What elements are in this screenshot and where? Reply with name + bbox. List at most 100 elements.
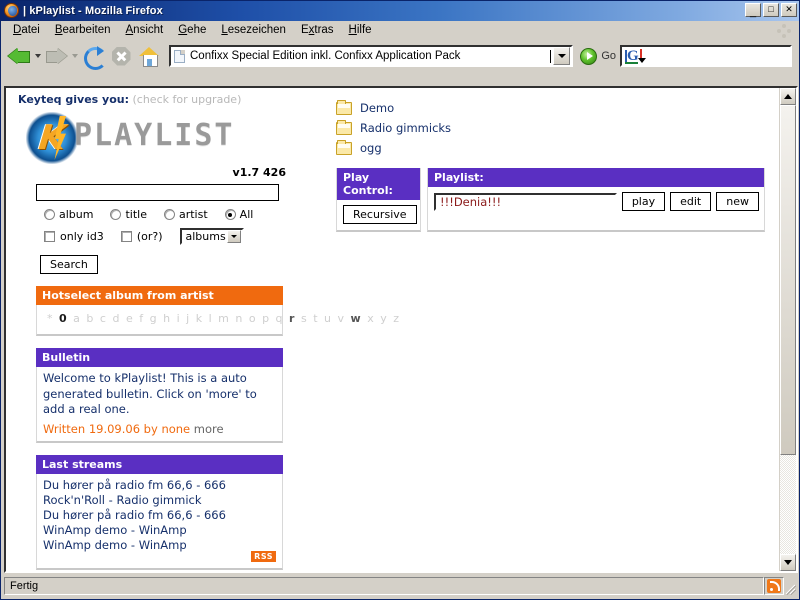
address-input[interactable]: Confixx Special Edition inkl. Confixx Ap… bbox=[190, 50, 550, 62]
scroll-up-button[interactable] bbox=[780, 88, 796, 105]
alpha-star[interactable]: * bbox=[47, 312, 54, 325]
web-search-bar[interactable]: G bbox=[620, 45, 792, 67]
alpha-g[interactable]: g bbox=[150, 312, 158, 325]
folder-label: ogg bbox=[360, 141, 382, 155]
go-button[interactable]: Go bbox=[576, 47, 620, 65]
close-icon: ✕ bbox=[785, 3, 793, 14]
search-button[interactable]: Search bbox=[40, 255, 98, 275]
close-button[interactable]: ✕ bbox=[781, 3, 797, 17]
back-history-dropdown[interactable] bbox=[33, 42, 42, 70]
alpha-q[interactable]: q bbox=[276, 312, 284, 325]
alpha-t[interactable]: t bbox=[313, 312, 319, 325]
checkbox-only-id3[interactable]: only id3 bbox=[44, 230, 104, 243]
home-button[interactable] bbox=[135, 42, 163, 70]
hotselect-title: Hotselect album from artist bbox=[36, 286, 283, 306]
back-button[interactable] bbox=[5, 42, 33, 70]
checkbox-or[interactable]: (or?) bbox=[120, 230, 163, 243]
alpha-e[interactable]: e bbox=[126, 312, 134, 325]
radio-artist-dot bbox=[163, 209, 175, 220]
list-item[interactable]: Du hører på radio fm 66,6 - 666 bbox=[43, 478, 276, 493]
menu-item-hilfe[interactable]: Hilfe bbox=[343, 22, 381, 38]
radio-album[interactable]: album bbox=[44, 208, 93, 221]
menu-item-lesezeichen[interactable]: Lesezeichen bbox=[215, 22, 295, 38]
bulletin-title: Bulletin bbox=[36, 348, 283, 368]
menu-item-gehe[interactable]: Gehe bbox=[172, 22, 215, 38]
last-streams-body: Du hører på radio fm 66,6 - 666 Rock'n'R… bbox=[36, 473, 283, 570]
reload-button[interactable] bbox=[79, 42, 107, 70]
menu-item-datei[interactable]: Datei bbox=[7, 22, 49, 38]
check-upgrade-link[interactable]: (check for upgrade) bbox=[133, 93, 242, 106]
folder-label: Radio gimmicks bbox=[360, 121, 452, 135]
version-label: v1.7 426 bbox=[232, 166, 286, 179]
scope-select[interactable]: albums bbox=[179, 228, 244, 245]
text-cursor bbox=[550, 49, 552, 63]
radio-title[interactable]: title bbox=[110, 208, 147, 221]
alpha-k[interactable]: k bbox=[196, 312, 204, 325]
play-button[interactable]: play bbox=[621, 192, 666, 212]
radio-title-dot bbox=[110, 209, 122, 220]
scope-select-value: albums bbox=[185, 230, 226, 243]
alpha-w[interactable]: w bbox=[351, 312, 363, 325]
navigation-toolbar: Confixx Special Edition inkl. Confixx Ap… bbox=[1, 40, 799, 72]
alpha-x[interactable]: x bbox=[367, 312, 375, 325]
menu-item-ansicht[interactable]: Ansicht bbox=[120, 22, 173, 38]
alpha-d[interactable]: d bbox=[112, 312, 120, 325]
alpha-s[interactable]: s bbox=[301, 312, 308, 325]
scrollbar-track[interactable] bbox=[780, 105, 796, 554]
list-item[interactable]: WinAmp demo - WinAmp bbox=[43, 523, 276, 538]
rss-badge[interactable]: RSS bbox=[251, 550, 276, 562]
status-text: Fertig bbox=[4, 577, 764, 595]
alpha-0[interactable]: 0 bbox=[59, 312, 68, 325]
alpha-h[interactable]: h bbox=[163, 312, 171, 325]
alpha-n[interactable]: n bbox=[235, 312, 243, 325]
alpha-a[interactable]: a bbox=[73, 312, 81, 325]
bulletin-panel: Bulletin Welcome to kPlaylist! This is a… bbox=[36, 348, 283, 443]
forward-arrow-icon bbox=[45, 48, 67, 65]
address-bar[interactable]: Confixx Special Edition inkl. Confixx Ap… bbox=[169, 45, 574, 67]
maximize-icon: □ bbox=[768, 3, 774, 14]
list-item[interactable]: Radio gimmicks bbox=[336, 118, 766, 138]
play-control-title: Play Control: bbox=[337, 168, 420, 200]
alpha-i[interactable]: i bbox=[177, 312, 182, 325]
alpha-f[interactable]: f bbox=[139, 312, 144, 325]
menu-item-extras[interactable]: Extras bbox=[295, 22, 343, 38]
alpha-m[interactable]: m bbox=[218, 312, 230, 325]
scrollbar-thumb[interactable] bbox=[780, 105, 796, 456]
alpha-j[interactable]: j bbox=[186, 312, 191, 325]
list-item[interactable]: Demo bbox=[336, 98, 766, 118]
new-button[interactable]: new bbox=[716, 192, 759, 212]
alpha-u[interactable]: u bbox=[324, 312, 332, 325]
radio-all-dot bbox=[224, 209, 236, 220]
playlist-select[interactable]: !!!Denia!!! bbox=[434, 192, 617, 211]
search-options-row: only id3 (or?) albums bbox=[44, 228, 294, 245]
alpha-b[interactable]: b bbox=[86, 312, 94, 325]
list-item[interactable]: Du hører på radio fm 66,6 - 666 bbox=[43, 508, 276, 523]
minimize-button[interactable]: _ bbox=[745, 3, 761, 17]
maximize-button[interactable]: □ bbox=[763, 3, 779, 17]
alpha-y[interactable]: y bbox=[380, 312, 388, 325]
alpha-r[interactable]: r bbox=[289, 312, 296, 325]
search-input[interactable] bbox=[36, 184, 279, 201]
resize-grip[interactable] bbox=[784, 577, 798, 595]
alpha-l[interactable]: l bbox=[209, 312, 214, 325]
list-item[interactable]: Rock'n'Roll - Radio gimmick bbox=[43, 493, 276, 508]
address-dropdown-button[interactable] bbox=[553, 47, 571, 65]
decorative-dots bbox=[777, 24, 791, 38]
alpha-v[interactable]: v bbox=[338, 312, 346, 325]
alpha-p[interactable]: p bbox=[262, 312, 270, 325]
playlist-select-value: !!!Denia!!! bbox=[440, 194, 502, 209]
list-item[interactable]: ogg bbox=[336, 138, 766, 158]
alpha-z[interactable]: z bbox=[393, 312, 400, 325]
edit-button[interactable]: edit bbox=[670, 192, 712, 212]
radio-all[interactable]: All bbox=[224, 208, 253, 221]
bulletin-more-link[interactable]: more bbox=[194, 422, 224, 436]
recursive-button[interactable]: Recursive bbox=[343, 205, 417, 225]
radio-artist[interactable]: artist bbox=[163, 208, 208, 221]
alpha-c[interactable]: c bbox=[100, 312, 108, 325]
feed-button[interactable] bbox=[764, 577, 784, 595]
menu-item-bearbeiten[interactable]: Bearbeiten bbox=[49, 22, 120, 38]
play-control-panel: Play Control: Recursive bbox=[336, 168, 421, 233]
alpha-o[interactable]: o bbox=[249, 312, 257, 325]
scroll-down-button[interactable] bbox=[780, 554, 796, 571]
vertical-scrollbar[interactable] bbox=[779, 88, 796, 571]
